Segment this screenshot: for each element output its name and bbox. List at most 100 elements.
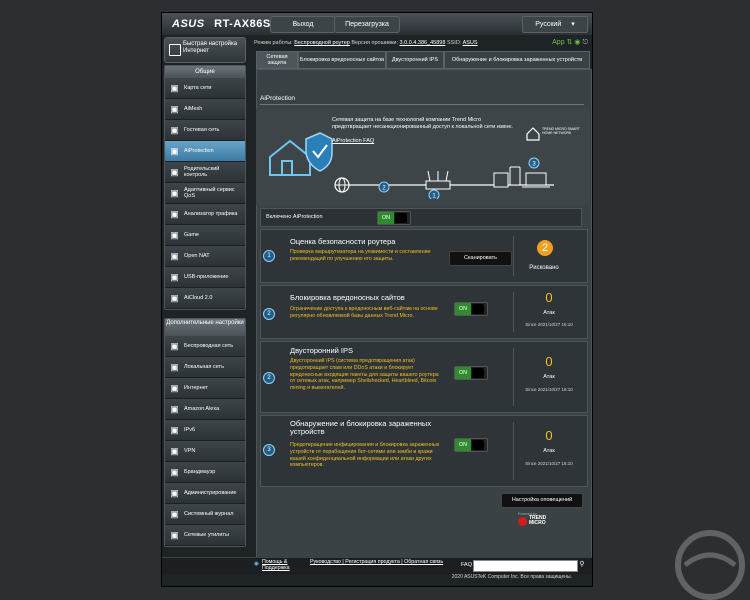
sidebar-item-admin[interactable]: ▣ Администрирование [165,483,245,504]
mode-link[interactable]: Беспроводной роутер [294,40,350,46]
wireless-icon: ▣ [170,341,179,351]
sidebar-item-vpn[interactable]: ▣ VPN [165,441,245,462]
sidebar-item-globe[interactable]: ▣ Интернет [165,378,245,399]
ssid-label: SSID: [446,40,462,46]
switch-on-label: ON [455,303,471,315]
attack-unit: Атак [543,310,555,316]
parental-icon: ▣ [170,167,179,177]
sidebar-item-gamepad[interactable]: ▣ Game [165,225,245,246]
step-badge: 2 [263,308,275,320]
sidebar-item-guest-network[interactable]: ▣ Гостевая сеть [165,120,245,141]
notification-settings-button[interactable]: Настройка оповещений [501,493,583,508]
sidebar-item-label: Адаптивный сервис QoS [184,187,235,199]
faq-search-input[interactable] [473,560,578,572]
sidebar-item-qos[interactable]: ▣ Адаптивный сервис QoS [165,183,245,204]
logout-button[interactable]: Выход [270,16,336,33]
ssid-link[interactable]: ASUS [463,40,478,46]
sidebar-item-label: VPN [184,448,196,454]
ipv6-icon: ▣ [170,425,179,435]
two-way-ips-switch[interactable]: ON [454,366,488,380]
card-security-assessment: 1 Оценка безопасности роутера Проверка м… [260,229,588,283]
malicious-sites-switch[interactable]: ON [454,302,488,316]
sidebar-item-label: Open NAT [184,253,210,259]
shield-icon: ▣ [170,146,179,156]
switch-knob [472,440,484,450]
attack-unit: Атак [543,374,555,380]
switch-on-label: ON [378,212,394,224]
firmware-label: Версия прошивки: [351,40,398,46]
switch-knob [472,304,484,314]
page-title: AiProtection [260,95,296,102]
sidebar-item-label: Беспроводная сеть [184,343,234,349]
card-description: Предотвращение инфицирования и блокировк… [290,442,440,469]
sidebar-item-ipv6[interactable]: ▣ IPv6 [165,420,245,441]
search-icon[interactable]: ⚲ [577,560,587,570]
admin-icon: ▣ [170,488,179,498]
sidebar-item-wireless[interactable]: ▣ Беспроводная сеть [165,336,245,357]
trend-badge: TREND MICRO SMART HOME NETWORK [526,127,582,141]
infected-devices-switch[interactable]: ON [454,438,488,452]
sidebar-item-network-map[interactable]: ▣ Карта сети [165,78,245,99]
sidebar-item-usb[interactable]: ▣ USB-приложение [165,267,245,288]
usb-status-icon[interactable]: ⎋ [582,39,588,46]
watermark-logo [675,530,745,600]
top-bar: ASUS RT-AX86S Выход Перезагрузка Русский… [162,13,592,35]
sidebar-item-shield[interactable]: ▣ AiProtection [165,141,245,162]
aimesh-icon: ▣ [170,104,179,114]
help-support-link[interactable]: Помощь & Поддержка [262,559,304,571]
title-divider [260,104,584,105]
aiprotection-toggle-row: Включено AiProtection ON [260,208,582,227]
sidebar-general-title: Общие [165,66,245,78]
link-status-icon[interactable]: ⇅ [567,39,573,46]
quick-setup-label: Быстрая настройка Интернет [183,41,238,54]
sidebar-item-log[interactable]: ▣ Системный журнал [165,504,245,525]
language-select[interactable]: Русский ▾ [522,16,588,33]
sidebar-item-traffic[interactable]: ▣ Анализатор трафика [165,204,245,225]
tools-icon: ▣ [170,530,179,540]
sidebar-item-firewall[interactable]: ▣ Брандмауэр [165,462,245,483]
sidebar-item-label: Гостевая сеть [184,127,220,133]
sidebar-item-label: Game [184,232,199,238]
firmware-link[interactable]: 3.0.0.4.386_45898 [400,40,446,46]
internet-status-icon[interactable]: ◉ [574,39,580,46]
sidebar-item-label: Родительский контроль [184,166,220,178]
app-label[interactable]: App [552,39,564,46]
sidebar-item-label: Анализатор трафика [184,211,238,217]
gamepad-icon: ▣ [170,230,179,240]
firewall-icon: ▣ [170,467,179,477]
since-date: Since 2021/10/27 16:10 [525,461,573,466]
scan-button[interactable]: Сканировать [449,251,512,266]
aiprotection-faq-link[interactable]: AiProtection FAQ [332,138,374,144]
tab-infected-devices[interactable]: Обнаружение и блокировка зараженных устр… [444,51,590,69]
sidebar-item-parental[interactable]: ▣ Родительский контроль [165,162,245,183]
traffic-icon: ▣ [170,209,179,219]
switch-knob [395,213,407,223]
tab-malicious-sites[interactable]: Блокировка вредоносных сайтов [298,51,386,69]
status-icons: App ⇅ ◉ ⎋ [552,38,588,47]
card-two-way-ips: 2 Двусторонний IPS Двусторонний IPS (сис… [260,341,588,413]
trend-badge-text: TREND MICRO SMART HOME NETWORK [542,127,580,135]
sidebar-item-label: Брандмауэр [184,469,216,475]
sidebar-item-alexa[interactable]: ▣ Amazon Alexa [165,399,245,420]
model-name: RT-AX86S [214,18,271,30]
tab-network-protection[interactable]: Сетевая защита [256,51,298,69]
aiprotection-switch[interactable]: ON [377,211,411,225]
card-title: Обнаружение и блокировка зараженных устр… [290,419,432,436]
tab-bar: Сетевая защита Блокировка вредоносных са… [256,51,590,69]
quick-setup-icon [169,44,181,56]
sidebar-item-label: AiMesh [184,106,203,112]
sidebar-item-open-nat[interactable]: ▣ Open NAT [165,246,245,267]
trend-micro-text: TREND MICRO [529,515,547,526]
quick-setup-button[interactable]: Быстрая настройка Интернет [164,37,246,63]
house-shield-icon [269,132,333,176]
home-network-icon [526,127,540,141]
sidebar-item-cloud[interactable]: ▣ AiCloud 2.0 [165,288,245,309]
footer-links[interactable]: Руководство | Регистрация продукта | Обр… [310,559,455,565]
tab-two-way-ips[interactable]: Двусторонний IPS [386,51,444,69]
sidebar-item-lan[interactable]: ▣ Локальная сеть [165,357,245,378]
reboot-button[interactable]: Перезагрузка [334,16,400,33]
main-content: AiProtection 2 1 3 TREND MICRO SMART HOM… [256,69,590,556]
sidebar-item-aimesh[interactable]: ▣ AiMesh [165,99,245,120]
sidebar-item-tools[interactable]: ▣ Сетевые утилиты [165,525,245,546]
vpn-icon: ▣ [170,446,179,456]
